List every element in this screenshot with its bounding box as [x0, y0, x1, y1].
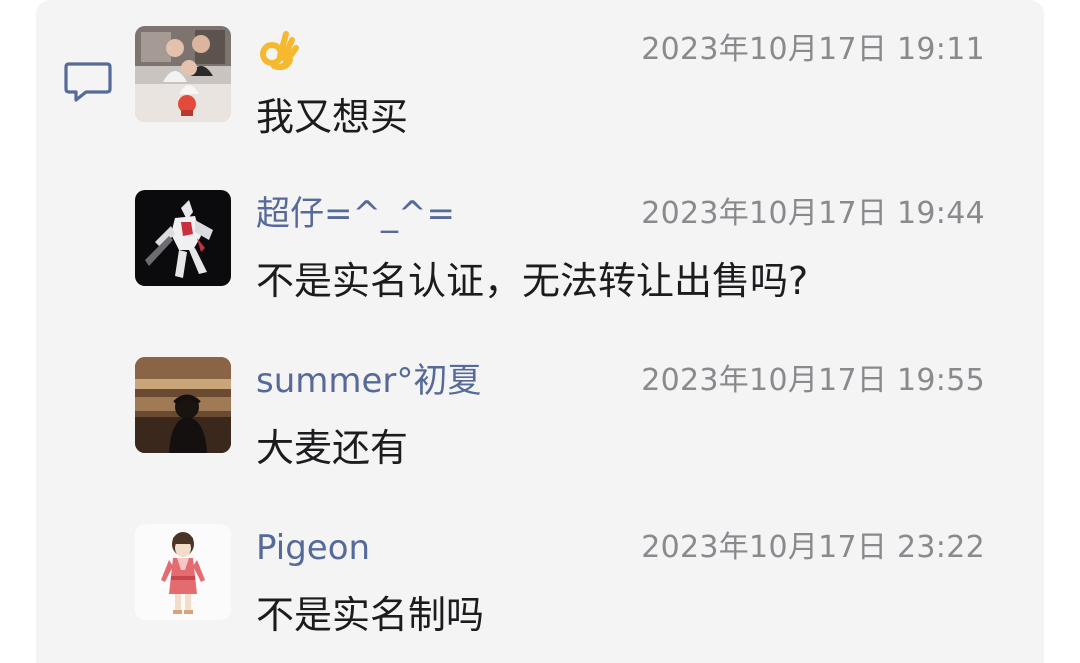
robot-figure-avatar[interactable]: [135, 190, 231, 286]
comment-author-link[interactable]: summer°初夏: [256, 361, 481, 401]
comment-item: 2023年10月17日 19:11 我又想买: [135, 26, 985, 139]
comment-author-link[interactable]: Pigeon: [256, 528, 370, 568]
comment-item: 超仔=^_^= 2023年10月17日 19:44 不是实名认证，无法转让出售吗…: [135, 190, 985, 303]
comment-timestamp: 2023年10月17日 19:55: [641, 363, 985, 398]
comment-timestamp: 2023年10月17日 23:22: [641, 530, 985, 565]
comment-text: 不是实名制吗: [256, 593, 485, 637]
family-photo-avatar[interactable]: [135, 26, 231, 122]
anime-girl-avatar[interactable]: [135, 524, 231, 620]
comment-text: 不是实名认证，无法转让出售吗?: [256, 259, 809, 303]
comment-text: 大麦还有: [256, 426, 409, 470]
comment-icon[interactable]: [64, 60, 112, 104]
comment-author-link[interactable]: 超仔=^_^=: [256, 194, 455, 234]
comment-item: summer°初夏 2023年10月17日 19:55 大麦还有: [135, 357, 985, 470]
concert-silhouette-avatar[interactable]: [135, 357, 231, 453]
ok-hand-emoji-icon: [260, 31, 299, 70]
comment-timestamp: 2023年10月17日 19:11: [641, 32, 985, 67]
comment-timestamp: 2023年10月17日 19:44: [641, 196, 985, 231]
comment-item: Pigeon 2023年10月17日 23:22 不是实名制吗: [135, 524, 985, 637]
comment-text: 我又想买: [256, 95, 409, 139]
